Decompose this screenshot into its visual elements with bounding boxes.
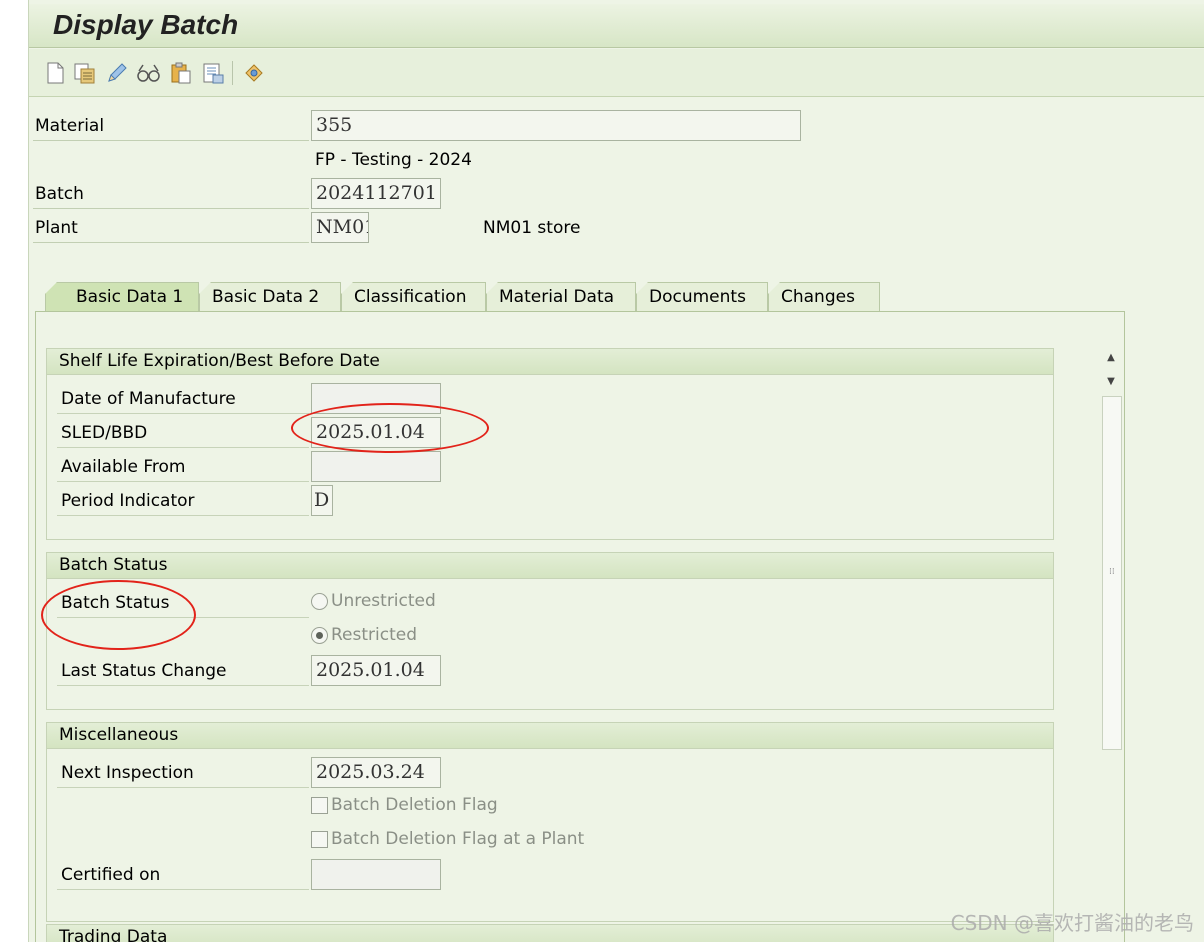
period-indicator-label: Period Indicator <box>61 491 195 511</box>
deletion-flag-plant-option[interactable]: Batch Deletion Flag at a Plant <box>311 829 584 849</box>
tab-classification[interactable]: Classification <box>341 282 486 312</box>
settings-icon[interactable] <box>242 61 266 85</box>
deletion-flag-option[interactable]: Batch Deletion Flag <box>311 795 498 815</box>
batch-status-group: Batch Status Batch Status Unrestricted R… <box>46 552 1054 710</box>
sled-field[interactable]: 2025.01.04 <box>311 417 441 448</box>
plant-label: Plant <box>35 218 78 238</box>
manufacture-date-label: Date of Manufacture <box>61 389 236 409</box>
copy-icon[interactable] <box>73 61 97 85</box>
tab-changes[interactable]: Changes <box>768 282 880 312</box>
restricted-label: Restricted <box>331 625 418 645</box>
display-batch-window: Display Batch Material 355 FP - Testing … <box>28 0 1204 942</box>
restricted-option[interactable]: Restricted <box>311 625 417 645</box>
unrestricted-label: Unrestricted <box>331 591 436 611</box>
available-from-label: Available From <box>61 457 186 477</box>
divider <box>57 685 309 686</box>
divider <box>57 413 309 414</box>
batch-field[interactable]: 2024112701 <box>311 178 441 209</box>
plant-field[interactable]: NM01 <box>311 212 369 243</box>
display-glasses-icon[interactable] <box>136 61 160 85</box>
application-toolbar <box>29 49 1204 97</box>
deletion-flag-checkbox[interactable] <box>311 796 328 814</box>
tab-basic-data-1[interactable]: Basic Data 1 <box>45 282 199 312</box>
next-inspection-field[interactable]: 2025.03.24 <box>311 757 441 788</box>
available-from-field[interactable] <box>311 451 441 482</box>
scroll-up-icon[interactable]: ▲ <box>1103 350 1119 366</box>
unrestricted-option[interactable]: Unrestricted <box>311 591 436 611</box>
last-status-change-label: Last Status Change <box>61 661 227 681</box>
scrollbar-thumb[interactable]: ⁞⁞ <box>1102 396 1122 750</box>
print-list-icon[interactable] <box>201 61 225 85</box>
paste-icon[interactable] <box>169 61 193 85</box>
period-indicator-field[interactable]: D <box>311 485 333 516</box>
scroll-down-icon[interactable]: ▼ <box>1103 374 1119 390</box>
divider <box>33 242 309 243</box>
watermark: CSDN @喜欢打酱油的老鸟 <box>950 911 1194 935</box>
deletion-flag-plant-checkbox[interactable] <box>311 830 328 848</box>
batch-status-label: Batch Status <box>61 593 170 613</box>
edit-pencil-icon[interactable] <box>105 61 129 85</box>
new-document-icon[interactable] <box>43 61 67 85</box>
divider <box>57 787 309 788</box>
shelf-life-group: Shelf Life Expiration/Best Before Date D… <box>46 348 1054 540</box>
certified-on-field[interactable] <box>311 859 441 890</box>
vertical-scrollbar[interactable]: ▲ ▼ ⁞⁞ <box>1100 346 1122 942</box>
restricted-radio[interactable] <box>311 626 328 644</box>
next-inspection-label: Next Inspection <box>61 763 194 783</box>
tab-documents[interactable]: Documents <box>636 282 768 312</box>
divider <box>57 481 309 482</box>
batch-label: Batch <box>35 184 84 204</box>
page-title: Display Batch <box>53 9 239 40</box>
miscellaneous-group: Miscellaneous Next Inspection 2025.03.24… <box>46 722 1054 922</box>
divider <box>57 889 309 890</box>
material-field[interactable]: 355 <box>311 110 801 141</box>
divider <box>57 447 309 448</box>
group-title: Miscellaneous <box>47 723 1053 749</box>
toolbar-separator <box>232 61 233 85</box>
sled-label: SLED/BBD <box>61 423 148 443</box>
last-status-change-field[interactable]: 2025.01.04 <box>311 655 441 686</box>
deletion-flag-label: Batch Deletion Flag <box>331 795 498 815</box>
group-title: Trading Data <box>47 925 1053 942</box>
group-title: Shelf Life Expiration/Best Before Date <box>47 349 1053 375</box>
divider <box>57 617 309 618</box>
tab-material-data[interactable]: Material Data <box>486 282 636 312</box>
certified-on-label: Certified on <box>61 865 161 885</box>
group-title: Batch Status <box>47 553 1053 579</box>
divider <box>33 140 309 141</box>
unrestricted-radio[interactable] <box>311 592 328 610</box>
divider <box>33 208 309 209</box>
deletion-flag-plant-label: Batch Deletion Flag at a Plant <box>331 829 585 849</box>
tab-content-panel: Shelf Life Expiration/Best Before Date D… <box>35 311 1125 942</box>
grip-icon: ⁞⁞ <box>1109 567 1115 577</box>
divider <box>57 515 309 516</box>
trading-data-group: Trading Data <box>46 924 1054 942</box>
material-label: Material <box>35 116 105 136</box>
plant-description: NM01 store <box>483 218 581 238</box>
material-description: FP - Testing - 2024 <box>315 150 472 170</box>
tab-basic-data-2[interactable]: Basic Data 2 <box>199 282 341 312</box>
manufacture-date-field[interactable] <box>311 383 441 414</box>
title-bar: Display Batch <box>29 4 1204 48</box>
